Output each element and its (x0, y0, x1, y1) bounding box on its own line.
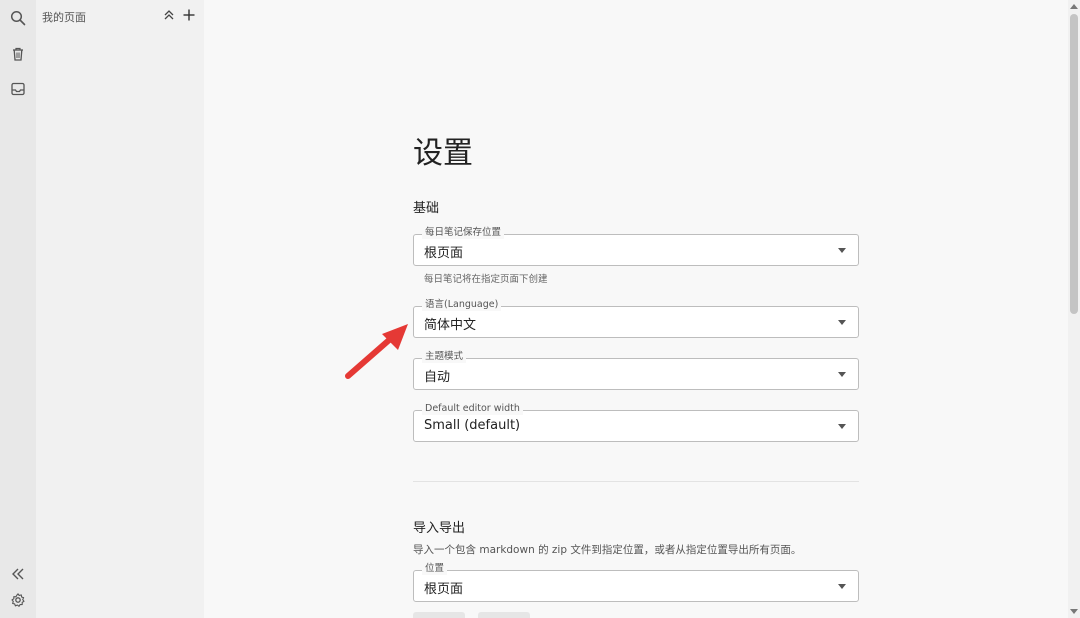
import-button[interactable] (413, 612, 465, 618)
page-title: 设置 (413, 136, 473, 171)
gear-icon (11, 593, 25, 607)
theme-mode-value: 自动 (424, 370, 451, 385)
editor-width-label: Default editor width (422, 403, 523, 415)
trash-icon (13, 47, 23, 61)
editor-width-select[interactable]: Default editor width Small (default) (413, 403, 859, 442)
section-basic-heading: 基础 (413, 201, 440, 216)
search-icon (10, 10, 26, 26)
section-divider (413, 481, 859, 482)
scrollbar-thumb[interactable] (1070, 14, 1078, 314)
settings-button[interactable] (8, 590, 28, 610)
sidebar-actions (162, 8, 196, 22)
trash-button[interactable] (8, 44, 28, 64)
pages-sidebar: 我的页面 (36, 0, 204, 618)
chevrons-up-icon (164, 10, 174, 20)
language-select[interactable]: 语言(Language) 简体中文 (413, 299, 859, 338)
icon-rail (0, 0, 36, 618)
daily-note-location-select[interactable]: 每日笔记保存位置 根页面 (413, 227, 859, 266)
sidebar-title: 我的页面 (42, 11, 86, 24)
theme-mode-label: 主题模式 (422, 351, 467, 363)
dropdown-arrow-icon (838, 372, 846, 377)
main-panel: 设置 基础 每日笔记保存位置 根页面 每日笔记将在指定页面下创建 语言(Lang… (204, 0, 1068, 618)
import-export-location-select[interactable]: 位置 根页面 (413, 563, 859, 602)
collapse-left-icon (12, 568, 24, 580)
scroll-down-arrow-icon[interactable] (1070, 609, 1078, 614)
daily-note-helper-text: 每日笔记将在指定页面下创建 (424, 274, 548, 285)
dropdown-arrow-icon (838, 584, 846, 589)
scroll-up-arrow-icon[interactable] (1070, 4, 1078, 9)
theme-mode-select[interactable]: 主题模式 自动 (413, 351, 859, 390)
scrollbar[interactable] (1068, 0, 1080, 618)
export-button[interactable] (478, 612, 530, 618)
collapse-all-button[interactable] (162, 8, 176, 22)
daily-note-location-label: 每日笔记保存位置 (422, 227, 505, 239)
app-window: 我的页面 设置 基础 每日笔记保存位置 根页面 每日笔记将在指定页面下创建 语言… (0, 0, 1080, 618)
add-page-button[interactable] (182, 8, 196, 22)
editor-width-value: Small (default) (424, 418, 521, 433)
dropdown-arrow-icon (838, 248, 846, 253)
plus-icon (183, 9, 195, 21)
search-button[interactable] (8, 8, 28, 28)
dropdown-arrow-icon (838, 424, 846, 429)
language-value: 简体中文 (424, 318, 477, 333)
import-export-description: 导入一个包含 markdown 的 zip 文件到指定位置，或者从指定位置导出所… (413, 544, 802, 556)
collapse-sidebar-button[interactable] (8, 564, 28, 584)
language-label: 语言(Language) (422, 299, 502, 311)
annotation-arrow-icon (345, 324, 408, 379)
inbox-icon (11, 82, 25, 96)
dropdown-arrow-icon (838, 320, 846, 325)
inbox-button[interactable] (8, 79, 28, 99)
import-export-location-value: 根页面 (424, 582, 464, 597)
daily-note-location-value: 根页面 (424, 246, 464, 261)
section-import-export-heading: 导入导出 (413, 521, 466, 536)
import-export-location-label: 位置 (422, 563, 448, 575)
